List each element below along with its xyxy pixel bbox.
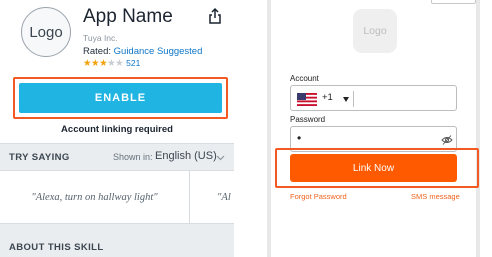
account-linking-note: Account linking required [61,124,173,135]
utterance-card: "Al [191,171,234,223]
top-field-edge [431,0,476,4]
star-empty-icon: ★ [107,58,116,69]
country-code[interactable]: +1 [322,92,333,103]
developer-name: Tuya Inc. [83,33,118,43]
skill-detail-panel: Logo App Name Tuya Inc. Rated: Guidance … [0,0,234,257]
rated-prefix: Rated: [83,46,114,57]
rating-link[interactable]: Guidance Suggested [114,46,203,57]
language-select[interactable]: English (US) [155,150,217,162]
right-edge [480,0,492,257]
eye-slash-icon[interactable] [441,134,453,146]
link-now-button[interactable]: Link Now [290,154,457,182]
star-filled-icon: ★ [83,58,92,69]
try-saying-header: TRY SAYING Shown in: English (US) [0,143,234,171]
account-field[interactable]: +1 [290,85,457,111]
us-flag-icon[interactable] [297,93,317,106]
account-link-webview: Logo Account +1 Password • Link Now Forg… [267,0,480,257]
account-label: Account [290,74,319,83]
skill-logo-text: Logo [29,23,63,41]
partner-logo: Logo [353,9,397,53]
review-count[interactable]: 521 [126,58,140,68]
partner-logo-text: Logo [363,25,387,37]
code-divider [353,91,354,107]
about-skill-label: ABOUT THIS SKILL [9,242,104,253]
forgot-password-link[interactable]: Forgot Password [290,192,347,201]
star-filled-icon: ★ [91,58,100,69]
panel-gap [234,0,267,257]
star-empty-icon: ★ [115,58,124,69]
password-value: • [297,131,302,145]
shown-in-label: Shown in: [113,152,153,162]
about-skill-header: ABOUT THIS SKILL [0,223,234,257]
stars: ★★★★★ [83,58,124,69]
skill-logo: Logo [21,7,71,57]
star-rating: ★★★★★ 521 [83,58,140,69]
utterance-carousel[interactable]: "Alexa, turn on hallway light" "Al [0,171,234,223]
password-label: Password [290,115,326,124]
share-icon[interactable] [206,7,224,25]
star-filled-icon: ★ [99,58,108,69]
chevron-down-icon[interactable] [216,153,225,162]
app-name: App Name [83,6,173,27]
try-saying-label: TRY SAYING [9,152,70,163]
caret-down-icon[interactable] [343,97,349,102]
utterance-card: "Alexa, turn on hallway light" [0,171,190,223]
content-rating: Rated: Guidance Suggested [83,46,202,57]
enable-button[interactable]: ENABLE [19,83,222,113]
sms-message-link[interactable]: SMS message [411,192,460,201]
